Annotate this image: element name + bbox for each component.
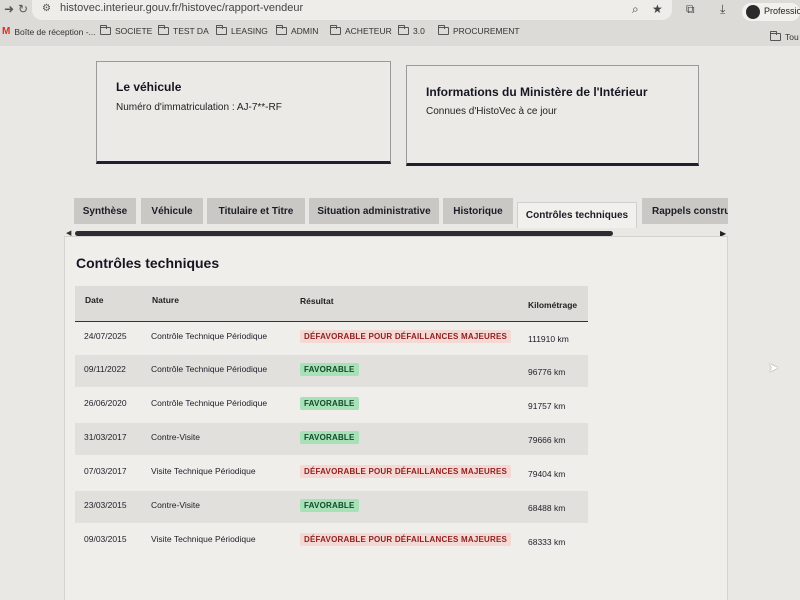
cell-nature: Visite Technique Périodique [151,534,256,544]
mouse-cursor-icon: ➤ [768,360,779,375]
cell-mileage: 68333 km [528,537,566,547]
folder-icon [276,25,287,35]
tab-situation[interactable]: Situation administrative [309,198,439,224]
cell-date: 09/03/2015 [84,534,127,544]
table-row: 24/07/2025 Contrôle Technique Périodique D… [75,322,588,354]
tab-vehicule[interactable]: Véhicule [141,198,203,224]
table-row: 23/03/2015 Contre-Visite FAVORABLE 68488 km [75,491,588,523]
table-row: 09/03/2015 Visite Technique Périodique DÉF… [75,525,588,557]
cell-nature: Contrôle Technique Périodique [151,398,268,408]
table-row: 26/06/2020 Contrôle Technique Périodique F… [75,389,588,421]
folder-icon [398,25,409,35]
profile-button[interactable]: Professio [742,3,800,21]
bookmark-leasing[interactable]: LEASING [216,25,268,36]
bookmark-other[interactable]: Tou [770,31,799,42]
cell-nature: Contrôle Technique Périodique [151,364,268,374]
tab-titulaire[interactable]: Titulaire et Titre [207,198,305,224]
tab-historique[interactable]: Historique [443,198,513,224]
bookmark-test-da[interactable]: TEST DA [158,25,209,36]
avatar [746,5,760,19]
result-badge: FAVORABLE [300,397,359,410]
cell-mileage: 79666 km [528,435,566,445]
site-settings-icon[interactable]: ⚙ [42,3,51,14]
cell-date: 07/03/2017 [84,466,127,476]
header-date: Date [85,295,104,305]
cell-date: 24/07/2025 [84,331,127,341]
ministry-card-title: Informations du Ministère de l'Intérieur [426,85,648,99]
bookmark-procurement[interactable]: PROCUREMENT [438,25,520,36]
tab-controles-techniques[interactable]: Contrôles techniques [517,202,637,228]
folder-icon [770,31,781,41]
table-row: 07/03/2017 Visite Technique Périodique DÉF… [75,457,588,489]
folder-icon [438,25,449,35]
cell-mileage: 91757 km [528,401,566,411]
reload-icon[interactable]: ↻ [18,2,28,16]
browser-chrome: ➜ ↻ ⚙ histovec.interieur.gouv.fr/histove… [0,0,800,46]
cell-date: 26/06/2020 [84,398,127,408]
cell-date: 23/03/2015 [84,500,127,510]
folder-icon [158,25,169,35]
bookmark-star-icon[interactable]: ★ [652,2,663,16]
result-badge: DÉFAVORABLE POUR DÉFAILLANCES MAJEURES [300,330,512,343]
bookmarks-bar: M Boîte de réception -... SOCIETE TEST DA… [0,22,800,44]
bookmark-acheteur[interactable]: ACHETEUR [330,25,392,36]
cell-mileage: 111910 km [528,334,569,344]
bookmark-inbox[interactable]: M Boîte de réception -... [2,26,96,37]
page-title: Contrôles techniques [76,255,220,271]
cell-nature: Contre-Visite [151,432,200,442]
cell-nature: Contrôle Technique Périodique [151,331,268,341]
ministry-card-subtitle: Connues d'HistoVec à ce jour [426,106,557,117]
profile-label: Professio [764,6,800,16]
result-badge: FAVORABLE [300,431,359,444]
url-text[interactable]: histovec.interieur.gouv.fr/histovec/rapp… [60,2,303,14]
result-badge: DÉFAVORABLE POUR DÉFAILLANCES MAJEURES [300,465,512,478]
address-bar-row: ➜ ↻ ⚙ histovec.interieur.gouv.fr/histove… [0,0,800,22]
cell-mileage: 96776 km [528,367,566,377]
folder-icon [216,25,227,35]
gmail-icon: M [2,26,11,37]
cell-date: 31/03/2017 [84,432,127,442]
result-badge: DÉFAVORABLE POUR DÉFAILLANCES MAJEURES [300,533,512,546]
header-mileage: Kilométrage [528,300,578,310]
tab-synthese[interactable]: Synthèse [74,198,136,224]
table-header: Date Nature Résultat Kilométrage [75,286,588,322]
cell-mileage: 68488 km [528,503,566,513]
table-row: 09/11/2022 Contrôle Technique Périodique F… [75,355,588,387]
header-result: Résultat [300,296,334,306]
result-badge: FAVORABLE [300,363,359,376]
extensions-icon[interactable]: ⧉ [686,2,695,17]
vehicle-card-title: Le véhicule [116,80,182,94]
table-row: 31/03/2017 Contre-Visite FAVORABLE 79666 km [75,423,588,455]
search-icon[interactable]: ⌕ [632,2,639,17]
cell-mileage: 79404 km [528,469,566,479]
bookmark-3-0[interactable]: 3.0 [398,25,425,36]
header-nature: Nature [152,295,179,305]
bookmark-societe[interactable]: SOCIETE [100,25,152,36]
plate-number: Numéro d'immatriculation : AJ-7**-RF [116,102,282,113]
tab-rappels[interactable]: Rappels constru [642,198,728,224]
result-badge: FAVORABLE [300,499,359,512]
cell-nature: Contre-Visite [151,500,200,510]
back-arrow-icon[interactable]: ➜ [4,2,14,16]
cell-date: 09/11/2022 [84,364,126,374]
bookmark-admin[interactable]: ADMIN [276,25,318,36]
cell-nature: Visite Technique Périodique [151,466,256,476]
folder-icon [100,25,111,35]
folder-icon [330,25,341,35]
download-icon[interactable]: ⤓ [720,2,725,17]
